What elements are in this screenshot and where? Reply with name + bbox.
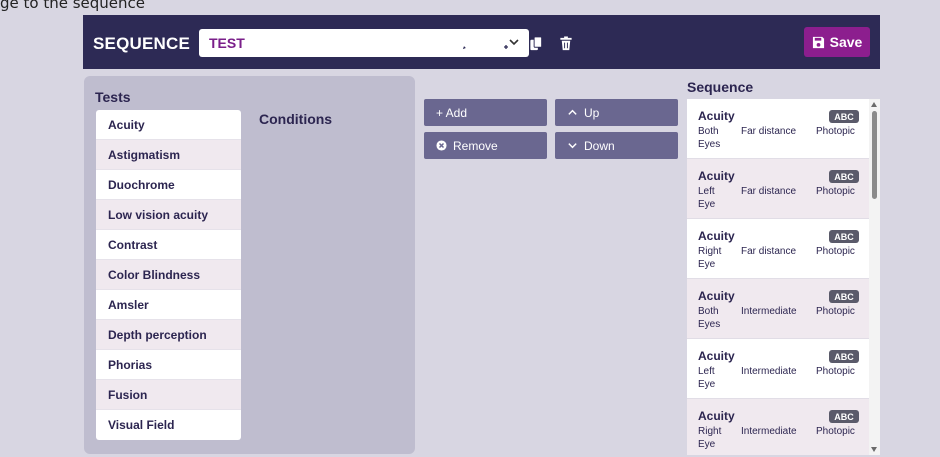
add-button-label: + Add xyxy=(436,105,468,120)
sequence-item-distance: Far distance xyxy=(741,246,797,257)
test-item-depth-perception[interactable]: Depth perception xyxy=(96,320,241,350)
tests-panel: Tests Conditions Acuity Astigmatism Duoc… xyxy=(84,76,415,454)
header-title: SEQUENCE xyxy=(93,34,191,53)
sequence-item-name: Acuity xyxy=(698,109,735,123)
test-item-duochrome[interactable]: Duochrome xyxy=(96,170,241,200)
up-button[interactable]: Up xyxy=(555,99,678,126)
sequence-item-distance: Intermediate xyxy=(741,306,797,317)
sequence-item[interactable]: Acuity ABC Right Eye Intermediate Photop… xyxy=(687,399,869,455)
tests-heading: Tests xyxy=(95,89,131,105)
sequence-item-name: Acuity xyxy=(698,409,735,423)
sequence-scrollbar[interactable] xyxy=(869,99,880,455)
test-item-low-vision-acuity[interactable]: Low vision acuity xyxy=(96,200,241,230)
pencil-icon[interactable] xyxy=(459,34,477,52)
remove-button[interactable]: Remove xyxy=(424,132,547,159)
sequence-item-name: Acuity xyxy=(698,229,735,243)
chevron-up-icon xyxy=(568,109,577,115)
sequence-item-eye: Both Eyes xyxy=(698,306,721,330)
sequence-item-badge: ABC xyxy=(829,350,859,363)
test-item-phorias[interactable]: Phorias xyxy=(96,350,241,380)
sequence-item[interactable]: Acuity ABC Right Eye Far distance Photop… xyxy=(687,219,869,279)
test-item-astigmatism[interactable]: Astigmatism xyxy=(96,140,241,170)
sequence-item-badge: ABC xyxy=(829,230,859,243)
sequence-item-distance: Far distance xyxy=(741,126,797,137)
down-button[interactable]: Down xyxy=(555,132,678,159)
test-item-contrast[interactable]: Contrast xyxy=(96,230,241,260)
sequence-item-badge: ABC xyxy=(829,410,859,423)
test-item-fusion[interactable]: Fusion xyxy=(96,380,241,410)
sequence-item-distance: Intermediate xyxy=(741,366,797,377)
sequence-item-distance: Far distance xyxy=(741,186,797,197)
sequence-item[interactable]: Acuity ABC Both Eyes Intermediate Photop… xyxy=(687,279,869,339)
sequence-heading: Sequence xyxy=(687,79,754,95)
trash-icon[interactable] xyxy=(557,34,575,52)
save-button[interactable]: Save xyxy=(804,27,870,57)
up-button-label: Up xyxy=(584,105,600,120)
sequence-item-badge: ABC xyxy=(829,170,859,183)
sequence-item-badge: ABC xyxy=(829,110,859,123)
sequence-item[interactable]: Acuity ABC Both Eyes Far distance Photop… xyxy=(687,99,869,159)
scroll-up-icon[interactable] xyxy=(871,102,877,107)
sequence-item-lighting: Photopic xyxy=(816,366,855,377)
sequence-item-eye: Right Eye xyxy=(698,426,722,450)
chevron-down-icon xyxy=(568,143,577,149)
sequence-item-lighting: Photopic xyxy=(816,126,855,137)
sequence-item-badge: ABC xyxy=(829,290,859,303)
add-button[interactable]: + Add xyxy=(424,99,547,126)
sequence-select[interactable]: TEST xyxy=(199,29,529,57)
sequence-item-distance: Intermediate xyxy=(741,426,797,437)
sequence-item-eye: Left Eye xyxy=(698,366,716,390)
down-button-label: Down xyxy=(584,138,615,153)
sequence-header: SEQUENCE TEST Save xyxy=(83,15,880,69)
test-item-color-blindness[interactable]: Color Blindness xyxy=(96,260,241,290)
floppy-disk-icon xyxy=(812,36,824,48)
sequence-item-lighting: Photopic xyxy=(816,186,855,197)
copy-icon[interactable] xyxy=(527,34,545,52)
sequence-item-lighting: Photopic xyxy=(816,246,855,257)
sequence-item-lighting: Photopic xyxy=(816,426,855,437)
save-button-label: Save xyxy=(829,34,863,50)
test-item-visual-field[interactable]: Visual Field xyxy=(96,410,241,440)
sequence-item-eye: Right Eye xyxy=(698,246,722,270)
sequence-select-value: TEST xyxy=(209,35,245,51)
sequence-item-lighting: Photopic xyxy=(816,306,855,317)
remove-circle-icon xyxy=(436,140,447,151)
sequence-item-eye: Both Eyes xyxy=(698,126,721,150)
sequence-item-name: Acuity xyxy=(698,349,735,363)
sequence-list: Acuity ABC Both Eyes Far distance Photop… xyxy=(687,99,880,455)
page-caption: ge to the sequence xyxy=(0,0,146,12)
conditions-heading: Conditions xyxy=(259,111,333,127)
test-item-amsler[interactable]: Amsler xyxy=(96,290,241,320)
tests-list: Acuity Astigmatism Duochrome Low vision … xyxy=(96,110,241,440)
sequence-item-eye: Left Eye xyxy=(698,186,716,210)
new-file-icon[interactable] xyxy=(493,34,511,52)
sequence-item-name: Acuity xyxy=(698,289,735,303)
sequence-item-name: Acuity xyxy=(698,169,735,183)
remove-button-label: Remove xyxy=(453,138,498,153)
scroll-thumb[interactable] xyxy=(872,111,877,199)
sequence-item[interactable]: Acuity ABC Left Eye Far distance Photopi… xyxy=(687,159,869,219)
test-item-acuity[interactable]: Acuity xyxy=(96,110,241,140)
scroll-down-icon[interactable] xyxy=(871,447,877,452)
sequence-item[interactable]: Acuity ABC Left Eye Intermediate Photopi… xyxy=(687,339,869,399)
